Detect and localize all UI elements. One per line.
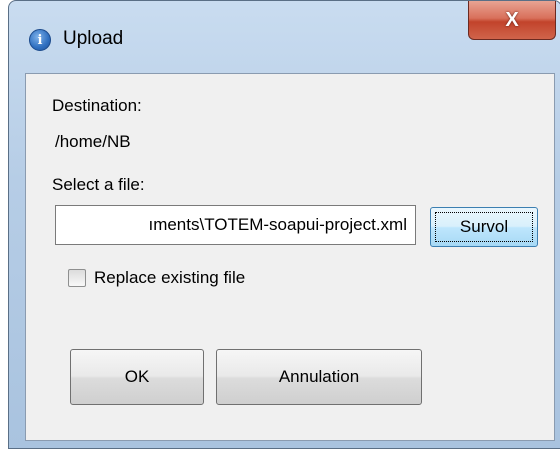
replace-existing-label[interactable]: Replace existing file bbox=[94, 268, 245, 288]
dialog-content: Destination: /home/NB Select a file: ıme… bbox=[25, 73, 555, 441]
close-button[interactable]: X bbox=[468, 1, 556, 40]
info-icon: i bbox=[29, 29, 51, 51]
cancel-button-label: Annulation bbox=[278, 367, 360, 386]
destination-value: /home/NB bbox=[55, 132, 131, 151]
file-path-value: ıments\TOTEM-soapui-project.xml bbox=[148, 215, 407, 234]
destination-label: Destination: bbox=[52, 96, 142, 115]
window-title: Upload bbox=[63, 28, 124, 49]
ok-button[interactable]: OK bbox=[70, 349, 204, 405]
select-file-label: Select a file: bbox=[52, 175, 145, 194]
file-path-input[interactable]: ıments\TOTEM-soapui-project.xml bbox=[55, 205, 416, 245]
cancel-button[interactable]: Annulation bbox=[216, 349, 422, 405]
close-icon: X bbox=[505, 8, 519, 31]
ok-button-label: OK bbox=[124, 367, 150, 386]
replace-existing-checkbox[interactable] bbox=[68, 269, 86, 287]
focus-rectangle bbox=[435, 212, 533, 242]
upload-dialog: i Upload X Destination: /home/NB Select … bbox=[8, 0, 560, 449]
browse-button[interactable]: Survol bbox=[430, 207, 538, 247]
